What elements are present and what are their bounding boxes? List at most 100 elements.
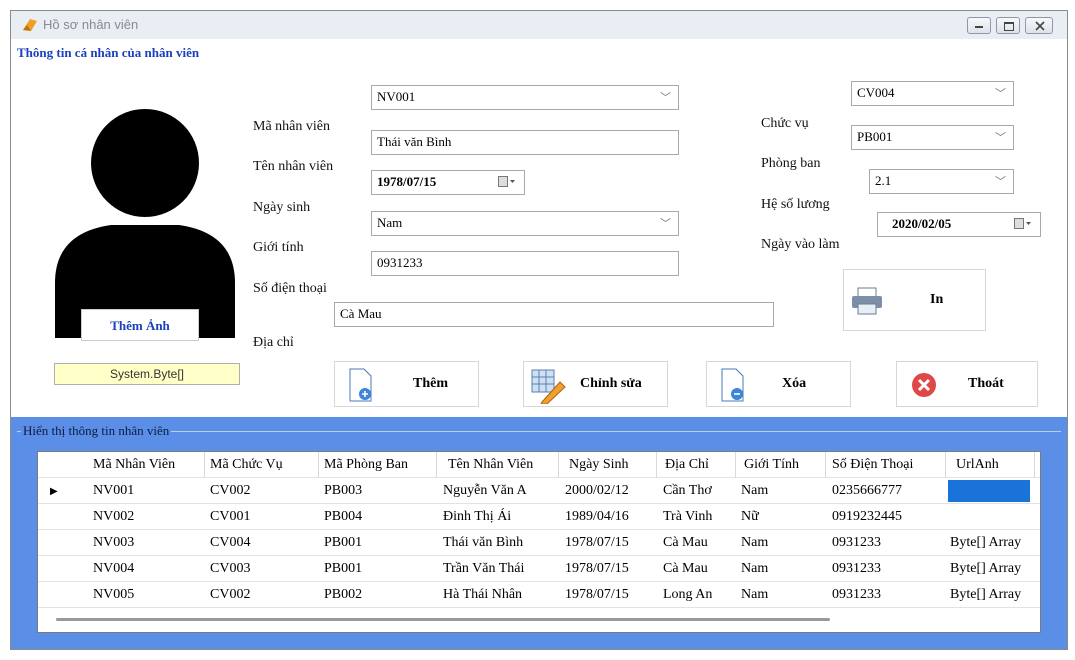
cell-phone[interactable]: 0931233 bbox=[832, 561, 881, 577]
add-photo-button[interactable]: Thêm Ảnh bbox=[81, 309, 199, 341]
current-row-indicator-icon: ▶ bbox=[50, 486, 58, 497]
phone-input[interactable]: 0931233 bbox=[371, 251, 679, 276]
address-label: Địa chỉ bbox=[253, 335, 294, 350]
cell-employee-id[interactable]: NV005 bbox=[93, 587, 134, 603]
exit-icon bbox=[912, 373, 936, 397]
cell-url-image[interactable]: Byte[] Array bbox=[950, 587, 1021, 603]
table-row[interactable]: NV005 CV002 PB002 Hà Thái Nhân 1978/07/1… bbox=[38, 582, 1040, 608]
cell-address[interactable]: Trà Vinh bbox=[663, 509, 712, 525]
chevron-down-icon: ﹀ bbox=[660, 91, 671, 104]
cell-department-id[interactable]: PB001 bbox=[324, 535, 362, 551]
employee-name-input[interactable]: Thái văn Bình bbox=[371, 130, 679, 155]
cell-employee-name[interactable]: Nguyễn Văn A bbox=[443, 483, 527, 499]
horizontal-scrollbar[interactable] bbox=[56, 618, 830, 621]
cell-address[interactable]: Cà Mau bbox=[663, 535, 708, 551]
cell-phone[interactable]: 0235666777 bbox=[832, 483, 902, 499]
close-button[interactable] bbox=[1025, 17, 1053, 34]
chevron-down-icon: ﹀ bbox=[995, 87, 1006, 100]
start-date-picker[interactable]: 2020/02/05 bbox=[877, 212, 1041, 237]
cell-gender[interactable]: Nam bbox=[741, 561, 768, 577]
cell-phone[interactable]: 0931233 bbox=[832, 587, 881, 603]
salary-coef-select[interactable]: 2.1 ﹀ bbox=[869, 169, 1014, 194]
cell-phone[interactable]: 0919232445 bbox=[832, 509, 902, 525]
exit-button[interactable]: Thoát bbox=[896, 361, 1038, 407]
col-header-department-id[interactable]: Mã Phòng Ban bbox=[324, 457, 408, 473]
department-select[interactable]: PB001 ﹀ bbox=[851, 125, 1014, 150]
cell-birth-date[interactable]: 1978/07/15 bbox=[565, 561, 629, 577]
selected-cell-url-image[interactable] bbox=[948, 480, 1030, 502]
cell-position-id[interactable]: CV001 bbox=[210, 509, 250, 525]
cell-address[interactable]: Long An bbox=[663, 587, 712, 603]
column-separator bbox=[558, 452, 559, 478]
cell-position-id[interactable]: CV004 bbox=[210, 535, 250, 551]
cell-employee-name[interactable]: Đinh Thị Ái bbox=[443, 509, 511, 525]
close-icon bbox=[1035, 21, 1045, 31]
birth-date-value: 1978/07/15 bbox=[377, 174, 437, 189]
print-button[interactable]: In bbox=[843, 269, 986, 331]
gender-label: Giới tính bbox=[253, 240, 304, 255]
column-separator bbox=[204, 452, 205, 478]
cell-employee-id[interactable]: NV001 bbox=[93, 483, 134, 499]
cell-gender[interactable]: Nữ bbox=[741, 509, 759, 525]
cell-position-id[interactable]: CV003 bbox=[210, 561, 250, 577]
delete-label: Xóa bbox=[782, 376, 807, 391]
cell-url-image[interactable]: Byte[] Array bbox=[950, 535, 1021, 551]
col-header-phone[interactable]: Số Điện Thoại bbox=[832, 457, 913, 473]
chevron-down-icon: ﹀ bbox=[660, 217, 671, 230]
table-row[interactable]: ▶ NV001 CV002 PB003 Nguyễn Văn A 2000/02… bbox=[38, 478, 1040, 504]
gender-select[interactable]: Nam ﹀ bbox=[371, 211, 679, 236]
employee-id-value: NV001 bbox=[377, 89, 416, 104]
cell-employee-name[interactable]: Thái văn Bình bbox=[443, 535, 523, 551]
cell-gender[interactable]: Nam bbox=[741, 535, 768, 551]
table-row[interactable]: NV004 CV003 PB001 Trần Văn Thái 1978/07/… bbox=[38, 556, 1040, 582]
cell-birth-date[interactable]: 2000/02/12 bbox=[565, 483, 629, 499]
employee-profile-window: Hồ sơ nhân viên Thông tin cá nhân của nh… bbox=[10, 10, 1068, 650]
cell-phone[interactable]: 0931233 bbox=[832, 535, 881, 551]
position-select[interactable]: CV004 ﹀ bbox=[851, 81, 1014, 106]
maximize-button[interactable] bbox=[996, 17, 1020, 34]
cell-department-id[interactable]: PB001 bbox=[324, 561, 362, 577]
cell-url-image[interactable]: Byte[] Array bbox=[950, 561, 1021, 577]
cell-position-id[interactable]: CV002 bbox=[210, 587, 250, 603]
col-header-employee-name[interactable]: Tên Nhân Viên bbox=[448, 457, 533, 473]
phone-label: Số điện thoại bbox=[253, 281, 327, 296]
add-button[interactable]: Thêm bbox=[334, 361, 479, 407]
address-input[interactable]: Cà Mau bbox=[334, 302, 774, 327]
chevron-down-icon: ﹀ bbox=[995, 131, 1006, 144]
cell-position-id[interactable]: CV002 bbox=[210, 483, 250, 499]
cell-employee-id[interactable]: NV003 bbox=[93, 535, 134, 551]
edit-label: Chỉnh sửa bbox=[580, 376, 642, 391]
cell-birth-date[interactable]: 1989/04/16 bbox=[565, 509, 629, 525]
cell-birth-date[interactable]: 1978/07/15 bbox=[565, 535, 629, 551]
employee-name-label: Tên nhân viên bbox=[253, 159, 334, 174]
table-header: Mã Nhân Viên Mã Chức Vụ Mã Phòng Ban Tên… bbox=[38, 452, 1040, 478]
col-header-employee-id[interactable]: Mã Nhân Viên bbox=[93, 457, 175, 473]
cell-gender[interactable]: Nam bbox=[741, 483, 768, 499]
delete-button[interactable]: Xóa bbox=[706, 361, 851, 407]
cell-address[interactable]: Cần Thơ bbox=[663, 483, 712, 499]
col-header-gender[interactable]: Giới Tính bbox=[744, 457, 799, 473]
cell-birth-date[interactable]: 1978/07/15 bbox=[565, 587, 629, 603]
col-header-birth-date[interactable]: Ngày Sinh bbox=[569, 457, 629, 473]
birth-date-picker[interactable]: 1978/07/15 bbox=[371, 170, 525, 195]
table-row[interactable]: NV003 CV004 PB001 Thái văn Bình 1978/07/… bbox=[38, 530, 1040, 556]
cell-address[interactable]: Cà Mau bbox=[663, 561, 708, 577]
salary-coef-label: Hệ số lương bbox=[761, 197, 830, 212]
cell-gender[interactable]: Nam bbox=[741, 587, 768, 603]
col-header-address[interactable]: Địa Chỉ bbox=[665, 457, 709, 473]
cell-employee-id[interactable]: NV004 bbox=[93, 561, 134, 577]
cell-department-id[interactable]: PB003 bbox=[324, 483, 362, 499]
col-header-position-id[interactable]: Mã Chức Vụ bbox=[210, 457, 283, 473]
cell-department-id[interactable]: PB002 bbox=[324, 587, 362, 603]
col-header-url-image[interactable]: UrlAnh bbox=[956, 457, 999, 473]
table-row[interactable]: NV002 CV001 PB004 Đinh Thị Ái 1989/04/16… bbox=[38, 504, 1040, 530]
gender-value: Nam bbox=[377, 215, 403, 230]
edit-button[interactable]: Chỉnh sửa bbox=[523, 361, 668, 407]
employee-id-select[interactable]: NV001 ﹀ bbox=[371, 85, 679, 110]
cell-employee-name[interactable]: Trần Văn Thái bbox=[443, 561, 524, 577]
cell-department-id[interactable]: PB004 bbox=[324, 509, 362, 525]
maximize-icon bbox=[1004, 22, 1014, 31]
cell-employee-name[interactable]: Hà Thái Nhân bbox=[443, 587, 522, 603]
minimize-button[interactable] bbox=[967, 17, 991, 34]
cell-employee-id[interactable]: NV002 bbox=[93, 509, 134, 525]
